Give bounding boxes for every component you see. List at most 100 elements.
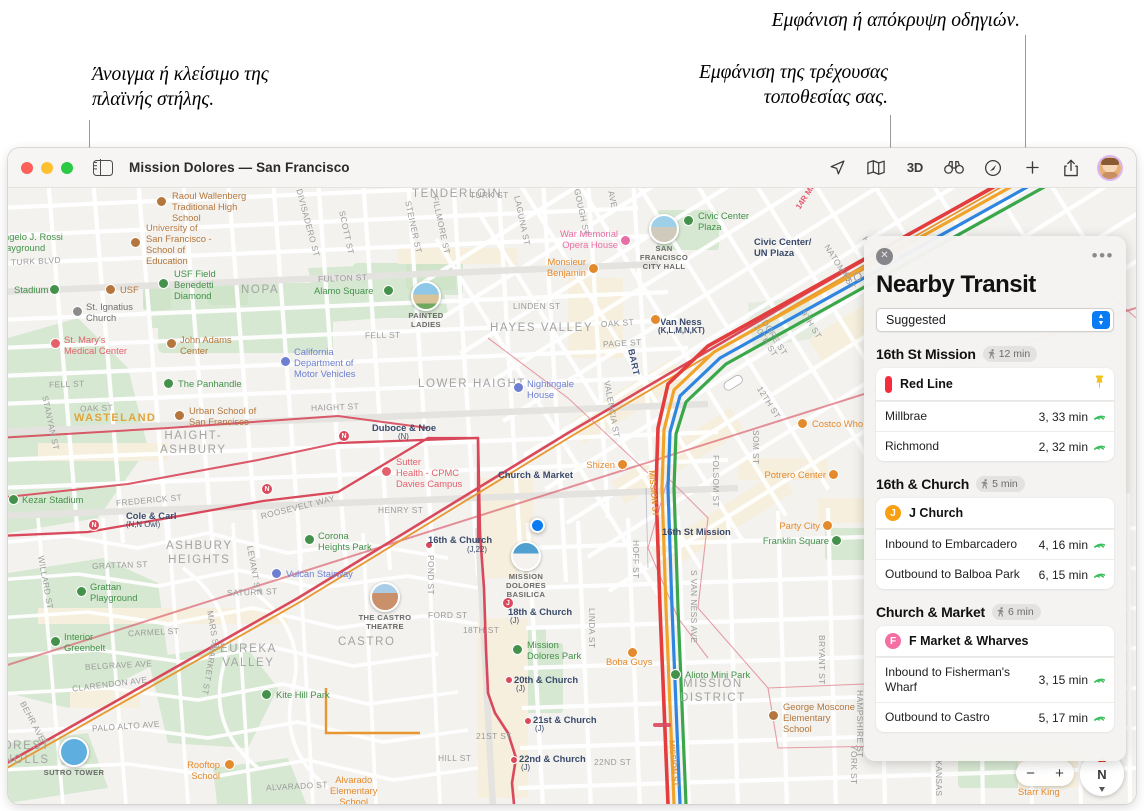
close-icon[interactable]: ✕ (876, 248, 893, 265)
poi-dot[interactable] (166, 338, 177, 349)
departure-time: 2, 32 min (1039, 440, 1088, 454)
departure-destination: Richmond (885, 439, 1033, 454)
poi-dot[interactable] (617, 459, 628, 470)
departure-row[interactable]: Richmond 2, 32 min (876, 431, 1114, 461)
poi-dot[interactable] (271, 568, 282, 579)
route-header[interactable]: F F Market & Wharves (876, 626, 1114, 657)
poi-dot[interactable] (797, 418, 808, 429)
poi-dot[interactable] (620, 235, 631, 246)
live-signal-icon (1094, 713, 1105, 723)
departure-time: 4, 16 min (1039, 538, 1088, 552)
route-card[interactable]: Red Line Millbrae 3, 33 m (876, 368, 1114, 461)
poi-dot[interactable] (49, 284, 60, 295)
route-card[interactable]: F F Market & Wharves Inbound to Fisherma… (876, 626, 1114, 732)
poi-dot[interactable] (156, 196, 167, 207)
poi-dot[interactable] (768, 710, 779, 721)
minimize-window-button[interactable] (41, 162, 53, 174)
poi-dot[interactable] (383, 285, 394, 296)
more-options-icon[interactable]: ••• (1092, 252, 1114, 261)
callout-line-directions (1025, 35, 1026, 155)
poi-photo-painted-ladies[interactable] (411, 281, 441, 311)
poi-dot[interactable] (381, 466, 392, 477)
walking-icon (997, 607, 1005, 617)
poi-dot[interactable] (72, 306, 83, 317)
stop-header: Church & Market 6 min (876, 604, 1114, 620)
plus-icon[interactable] (1021, 157, 1043, 179)
poi-dot[interactable] (588, 263, 599, 274)
close-window-button[interactable] (21, 162, 33, 174)
transit-stop-marker[interactable]: J (502, 597, 514, 609)
poi-dot[interactable] (828, 469, 839, 480)
poi-dot[interactable] (105, 284, 116, 295)
departure-row[interactable]: Inbound to Fisherman's Wharf 3, 15 min (876, 657, 1114, 702)
3d-icon[interactable]: 3D (904, 157, 926, 179)
transit-stop-marker[interactable]: N (88, 519, 100, 531)
poi-dot[interactable] (831, 535, 842, 546)
poi-photo-castro-theatre[interactable] (370, 582, 400, 612)
stop-name: 16th & Church (876, 476, 969, 492)
share-icon[interactable] (1060, 157, 1082, 179)
transit-stop-marker[interactable] (510, 756, 518, 764)
window-title: Mission Dolores — San Francisco (129, 160, 350, 175)
poi-dot[interactable] (304, 534, 315, 545)
poi-dot[interactable] (261, 689, 272, 700)
window-controls[interactable] (8, 162, 73, 174)
poi-dot[interactable] (174, 410, 185, 421)
map-fold-icon[interactable] (865, 157, 887, 179)
poi-dot[interactable] (224, 759, 235, 770)
poi-dot[interactable] (8, 494, 19, 505)
poi-dot[interactable] (670, 669, 681, 680)
transit-stop-marker[interactable] (425, 541, 433, 549)
route-card[interactable]: J J Church Inbound to Embarcadero 4, 16 … (876, 498, 1114, 589)
poi-dot[interactable] (76, 586, 87, 597)
callout-directions: Εμφάνιση ή απόκρυψη οδηγιών. (600, 8, 1020, 33)
departure-row[interactable]: Outbound to Castro 5, 17 min (876, 702, 1114, 732)
panel-header: ✕ ••• (876, 246, 1114, 266)
chevron-updown-icon[interactable]: ▲▼ (1092, 311, 1110, 329)
zoom-in-button[interactable]: + (1055, 765, 1064, 782)
departure-row[interactable]: Outbound to Balboa Park 6, 15 min (876, 559, 1114, 589)
sidebar-toggle-icon[interactable] (93, 160, 113, 176)
transit-stop-marker[interactable]: N (261, 483, 273, 495)
avatar[interactable] (1099, 157, 1121, 179)
poi-dot[interactable] (512, 644, 523, 655)
poi-photo-mission-dolores[interactable] (511, 541, 541, 571)
departure-destination: Millbrae (885, 409, 1033, 424)
zoom-window-button[interactable] (61, 162, 73, 174)
poi-dot[interactable] (50, 636, 61, 647)
location-arrow-icon[interactable] (826, 157, 848, 179)
poi-dot[interactable] (683, 215, 694, 226)
poi-dot[interactable] (650, 314, 661, 325)
departure-destination: Inbound to Embarcadero (885, 537, 1033, 552)
transit-stop-marker[interactable]: N (338, 430, 350, 442)
directions-icon[interactable] (982, 157, 1004, 179)
transit-stop-group: 16th & Church 5 min J J Church (876, 476, 1114, 589)
poi-photo-sutro-tower[interactable] (59, 737, 89, 767)
poi-photo-city-hall[interactable] (649, 214, 679, 244)
departure-row[interactable]: Inbound to Embarcadero 4, 16 min (876, 529, 1114, 559)
route-header[interactable]: J J Church (876, 498, 1114, 529)
transit-stop-marker[interactable] (524, 717, 532, 725)
departure-row[interactable]: Millbrae 3, 33 min (876, 401, 1114, 431)
callout-location: Εμφάνιση της τρέχουσας τοποθεσίας σας. (548, 60, 888, 111)
poi-dot[interactable] (280, 356, 291, 367)
pin-icon[interactable] (1094, 375, 1105, 393)
stop-name: Church & Market (876, 604, 985, 620)
transit-filter-select[interactable]: Suggested ▲▼ (876, 308, 1114, 332)
poi-dot[interactable] (50, 338, 61, 349)
poi-dot[interactable] (513, 382, 524, 393)
poi-dot[interactable] (822, 520, 833, 531)
zoom-controls[interactable]: − + (1016, 760, 1074, 786)
transit-stop-marker[interactable] (505, 676, 513, 684)
stop-name: 16th St Mission (876, 346, 976, 362)
walk-time-text: 5 min (992, 478, 1018, 490)
poi-dot[interactable] (130, 237, 141, 248)
route-header[interactable]: Red Line (876, 368, 1114, 401)
poi-dot[interactable] (627, 647, 638, 658)
poi-dot[interactable] (158, 278, 169, 289)
walk-time-text: 12 min (999, 348, 1031, 360)
poi-dot[interactable] (163, 378, 174, 389)
map-canvas[interactable]: TENDERLOIN NOPA HAYES VALLEY LOWER HAIGH… (8, 188, 1136, 804)
binoculars-icon[interactable] (943, 157, 965, 179)
zoom-out-button[interactable]: − (1026, 765, 1035, 782)
